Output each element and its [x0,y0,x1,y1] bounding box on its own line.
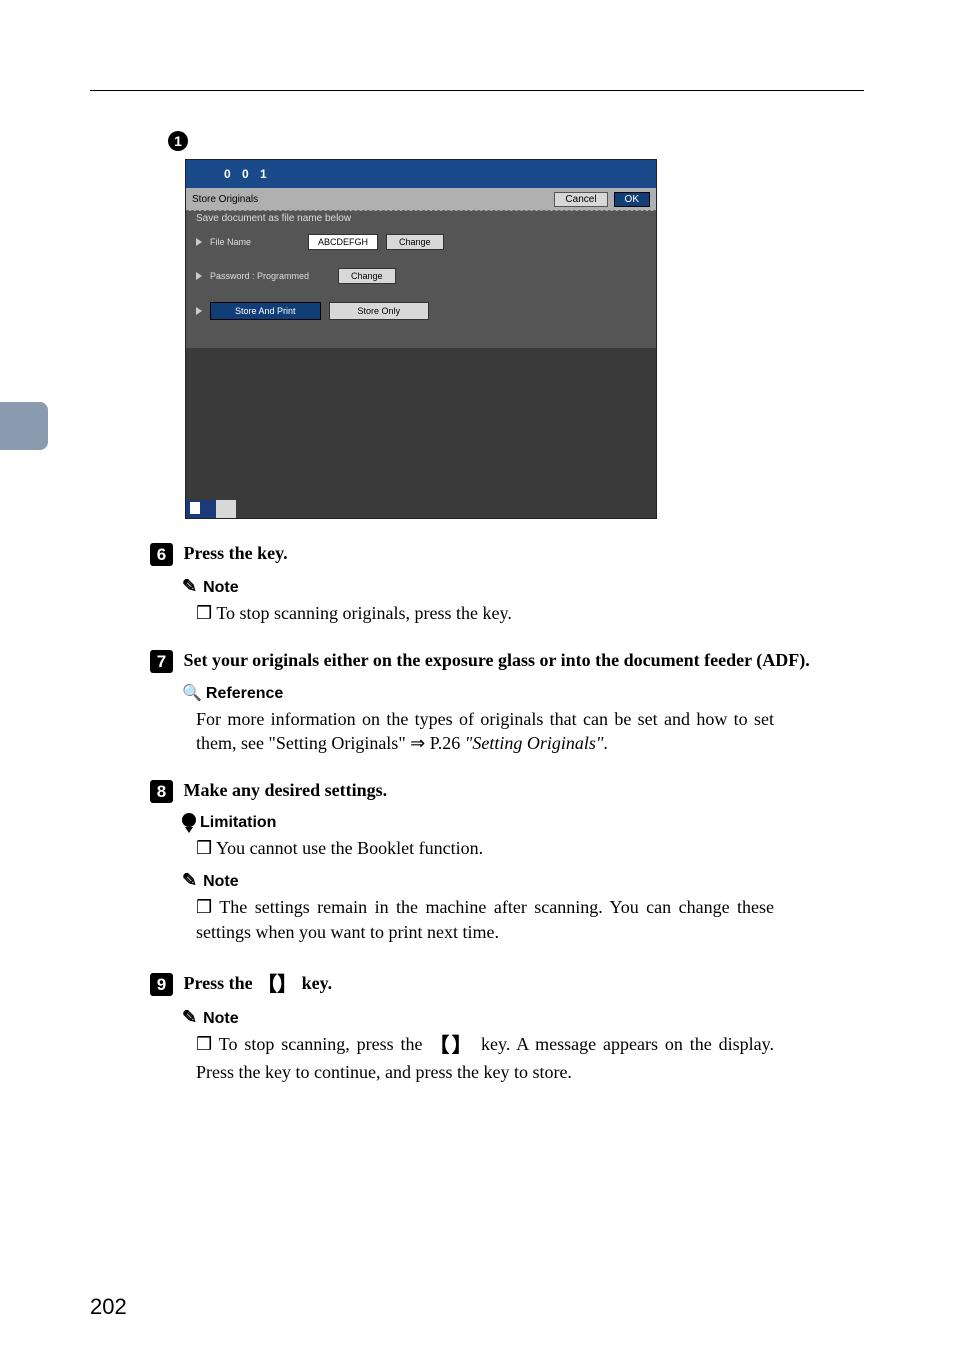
step-8-text: Make any desired settings. [184,780,388,800]
screenshot-titlebar: 0 0 1 [186,160,656,188]
note-label-8: Note [203,873,239,890]
change-password-button[interactable]: Change [338,268,396,284]
step-number-6: 6 [150,543,173,566]
reference-heading-7: Reference [182,683,864,703]
file-name-value: ABCDEFGH [308,234,378,250]
note-9-text: ❒ To stop scanning, press the 【】 key. A … [196,1032,774,1084]
note-label-9: Note [203,1010,239,1027]
screenshot-footer-strip [186,500,236,518]
page-number: 202 [90,1294,127,1320]
top-divider [90,90,864,91]
pencil-icon [182,873,199,890]
step-6-suffix: key. [257,543,288,563]
step-9-suffix: key. [297,973,332,993]
callout-1: 1 [168,131,188,151]
reference-7-text: For more information on the types of ori… [196,707,774,756]
store-only-button[interactable]: Store Only [329,302,430,320]
step-7-text: Set your originals either on the exposur… [184,650,810,670]
bulb-icon [182,813,196,827]
step-number-7: 7 [150,650,173,673]
panel-header-title: Store Originals [192,194,258,205]
note-heading-6: Note [182,576,864,597]
ref7-d: . [603,733,608,753]
note-heading-8: Note [182,870,864,891]
panel-header: Store Originals Cancel OK [186,188,656,211]
lim8: You cannot use the Booklet function. [216,838,483,858]
limitation-8-text: ❒ You cannot use the Booklet function. [196,836,774,860]
note-heading-9: Note [182,1007,864,1028]
note9-a: To stop scanning, press the [219,1034,430,1054]
reference-label: Reference [206,685,283,702]
step-6-prefix: Press the [184,543,258,563]
side-tab [0,402,48,450]
note6-a: To stop scanning originals, press the [216,603,482,623]
file-name-label: File Name [210,237,300,247]
step-9: 9 Press the 【】 key. [150,968,864,997]
pencil-icon [182,579,199,596]
note6-c: key. [483,603,512,623]
note9-g: key to store. [483,1062,571,1082]
note-label: Note [203,579,239,596]
magnifier-icon [182,685,202,702]
ref7-c: "Setting Originals" [465,733,604,753]
step-7: 7 Set your originals either on the expos… [150,650,864,673]
triangle-icon [196,307,202,315]
step-number-9: 9 [150,973,173,996]
cancel-button[interactable]: Cancel [554,192,607,207]
ref7-b: ⇒ P.26 [410,733,465,753]
step-6: 6 Press the key. [150,543,864,566]
store-and-print-button[interactable]: Store And Print [210,302,321,320]
note9-e: key to continue, and press the [265,1062,483,1082]
note8: The settings remain in the machine after… [196,897,774,941]
step-9-prefix: Press the [184,973,258,993]
screenshot-title-number: 0 0 1 [210,167,285,181]
note-8-text: ❒ The settings remain in the machine aft… [196,895,774,944]
device-screenshot: 0 0 1 Store Originals Cancel OK Save doc… [185,159,657,519]
password-label: Password : Programmed [210,271,330,281]
triangle-icon [196,238,202,246]
ok-button[interactable]: OK [614,192,650,207]
step-8: 8 Make any desired settings. [150,780,864,803]
limitation-label: Limitation [200,814,276,831]
step-number-8: 8 [150,780,173,803]
limitation-heading-8: Limitation [182,813,864,832]
note-6-text: ❒ To stop scanning originals, press the … [196,601,774,625]
pencil-icon [182,1010,199,1027]
panel-subtitle: Save document as file name below [186,211,656,234]
change-file-name-button[interactable]: Change [386,234,444,250]
triangle-icon [196,272,202,280]
